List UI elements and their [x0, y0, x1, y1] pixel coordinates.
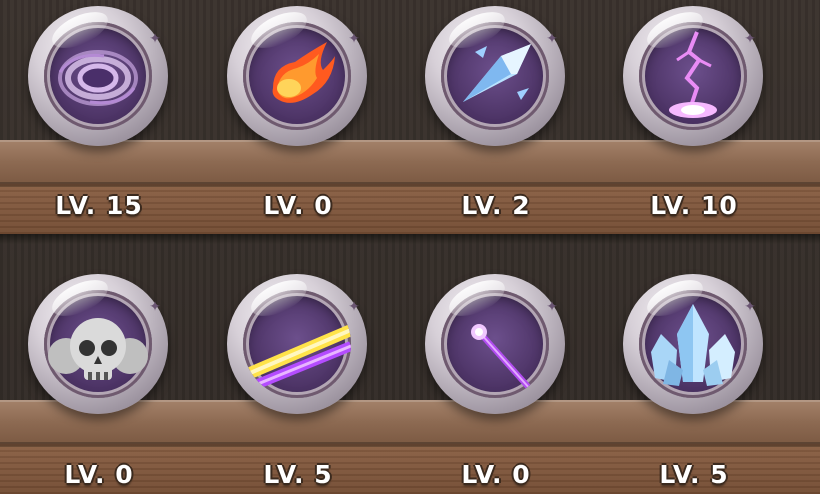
skill-orb: ✦ — [28, 4, 168, 146]
skill-orb: ✦ — [623, 4, 763, 146]
skill-slot-ice-shard[interactable]: ✦ LV. 2 — [411, 2, 581, 220]
sparkle-icon: ✦ — [546, 31, 558, 47]
sparkle-icon: ✦ — [149, 31, 161, 47]
skill-slot-lightning[interactable]: ✦ LV. 10 — [609, 2, 779, 220]
skill-level-label: LV. 5 — [659, 460, 729, 489]
skill-slot-fireball[interactable]: ✦ LV. 0 — [213, 2, 383, 220]
sparkle-icon: ✦ — [744, 31, 756, 47]
skill-orb: ✦ — [623, 272, 763, 414]
skill-orb: ✦ — [28, 272, 168, 414]
skill-orb: ✦ — [227, 4, 367, 146]
skill-slot-skull[interactable]: ✦ LV. 0 — [14, 270, 184, 489]
skill-level-label: LV. 0 — [263, 191, 333, 220]
sparkle-icon: ✦ — [744, 299, 756, 315]
skill-orb: ✦ — [425, 272, 565, 414]
skill-level-label: LV. 0 — [461, 460, 531, 489]
skill-orb: ✦ — [227, 272, 367, 414]
skill-slot-vortex[interactable]: ✦ LV. 15 — [14, 2, 184, 220]
skill-slot-wand[interactable]: ✦ LV. 0 — [411, 270, 581, 489]
skill-level-label: LV. 2 — [461, 191, 531, 220]
skill-slot-beam[interactable]: ✦ LV. 5 — [213, 270, 383, 489]
sparkle-icon: ✦ — [348, 299, 360, 315]
skill-slot-crystal[interactable]: ✦ LV. 5 — [609, 270, 779, 489]
skill-level-label: LV. 0 — [64, 460, 134, 489]
sparkle-icon: ✦ — [348, 31, 360, 47]
sparkle-icon: ✦ — [149, 299, 161, 315]
skill-orb: ✦ — [425, 4, 565, 146]
skill-level-label: LV. 15 — [55, 191, 143, 220]
skill-level-label: LV. 5 — [263, 460, 333, 489]
sparkle-icon: ✦ — [546, 299, 558, 315]
skill-level-label: LV. 10 — [650, 191, 738, 220]
